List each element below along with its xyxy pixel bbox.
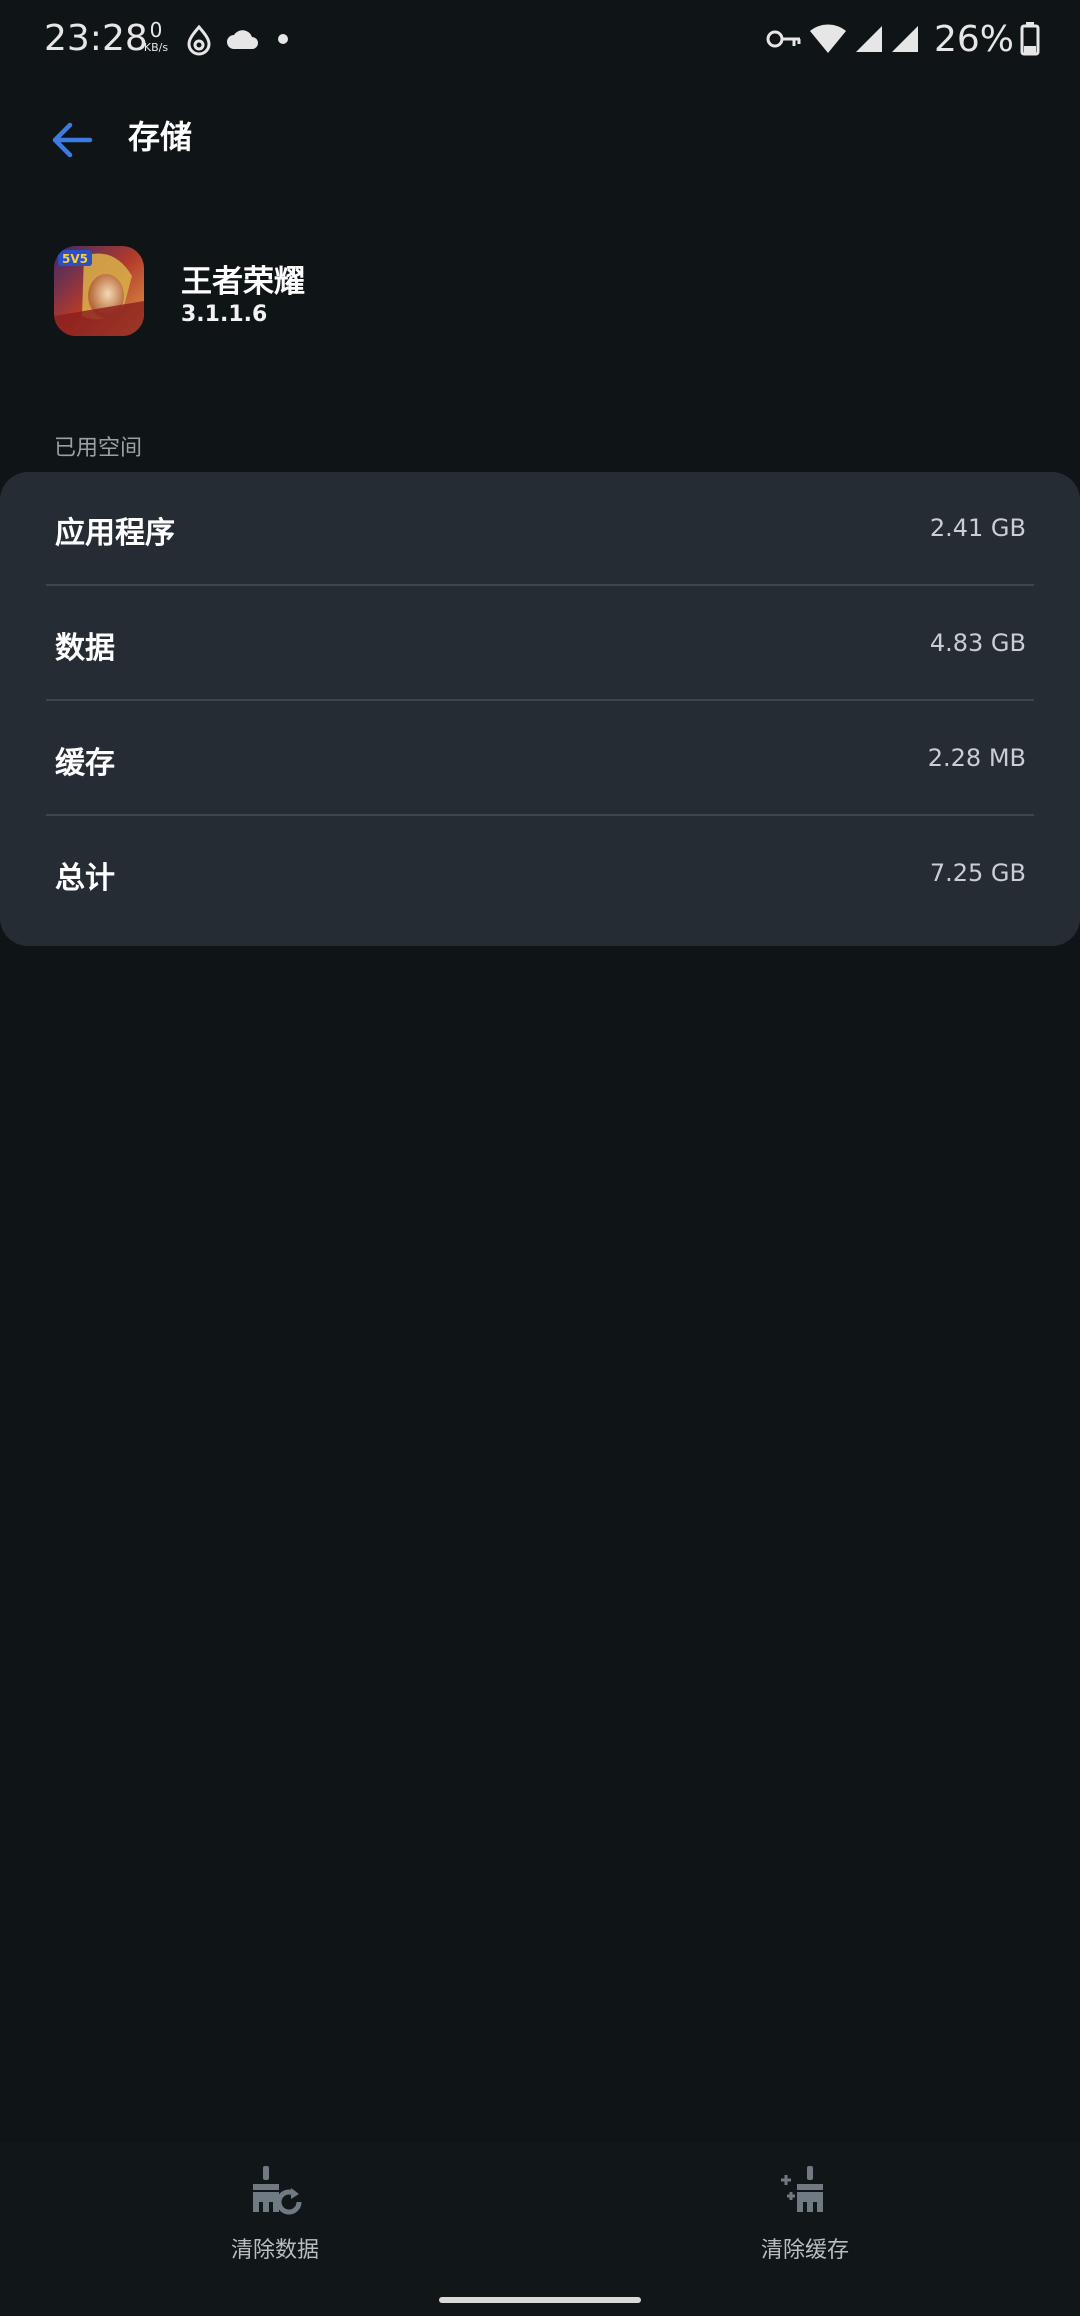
battery-percent: 26%	[933, 18, 1014, 60]
dot-icon	[278, 34, 288, 44]
network-speed: 0 KB/s	[138, 20, 174, 53]
row-value: 4.83 GB	[929, 629, 1026, 657]
clear-data-label: 清除数据	[230, 2238, 319, 2263]
row-label: 数据	[55, 631, 115, 666]
row-value: 2.41 GB	[929, 514, 1026, 542]
clear-data-button[interactable]: 清除数据	[145, 2162, 405, 2272]
svg-text:5V5: 5V5	[62, 252, 88, 266]
wifi-icon	[809, 24, 846, 53]
storage-row-total: 总计 7.25 GB	[0, 817, 1080, 932]
vpn-key-icon	[766, 30, 801, 48]
arrow-back-icon	[52, 122, 93, 158]
row-value: 7.25 GB	[929, 859, 1026, 887]
data-saver-icon	[187, 24, 211, 56]
divider	[46, 699, 1034, 701]
storage-row-cache: 缓存 2.28 MB	[0, 702, 1080, 817]
network-speed-unit: KB/s	[143, 41, 169, 54]
status-bar: 23:28 0 KB/s 26%	[0, 0, 1080, 82]
clear-cache-button[interactable]: 清除缓存	[675, 2162, 935, 2272]
battery-icon	[1020, 22, 1040, 56]
app-bar: 存储	[0, 90, 1080, 190]
app-version: 3.1.1.6	[181, 302, 268, 327]
app-icon: 5V5	[54, 246, 144, 336]
row-label: 缓存	[55, 746, 115, 781]
cloud-icon	[227, 30, 258, 49]
row-value: 2.28 MB	[927, 744, 1026, 772]
divider	[46, 814, 1034, 816]
storage-row-app: 应用程序 2.41 GB	[0, 472, 1080, 587]
status-right: 26%	[766, 16, 1040, 62]
storage-card: 应用程序 2.41 GB 数据 4.83 GB 缓存 2.28 MB 总计 7.…	[0, 472, 1080, 946]
back-button[interactable]	[40, 108, 104, 172]
storage-row-data: 数据 4.83 GB	[0, 587, 1080, 702]
clear-data-icon	[253, 2166, 302, 2215]
clear-cache-icon	[781, 2166, 823, 2212]
row-label: 总计	[55, 861, 115, 896]
page-title: 存储	[128, 118, 193, 156]
signal-icon	[855, 26, 882, 52]
bottom-action-bar: 清除数据 清除缓存	[0, 2142, 1080, 2316]
row-label: 应用程序	[55, 516, 175, 551]
divider	[46, 584, 1034, 586]
section-label-used-space: 已用空间	[54, 436, 143, 461]
app-name: 王者荣耀	[181, 264, 305, 300]
network-speed-value: 0	[149, 18, 163, 42]
signal-icon	[891, 26, 918, 52]
clear-cache-label: 清除缓存	[760, 2238, 849, 2263]
home-indicator[interactable]	[439, 2297, 641, 2303]
status-time: 23:28	[44, 18, 148, 59]
